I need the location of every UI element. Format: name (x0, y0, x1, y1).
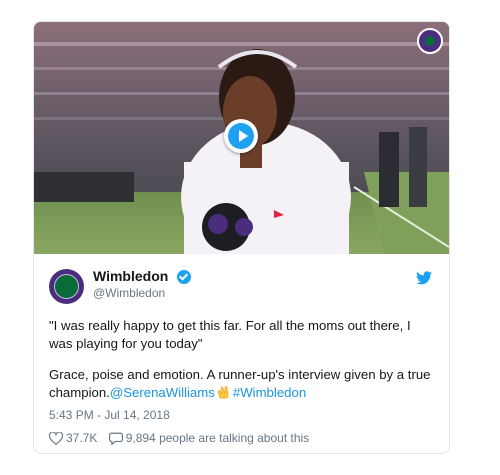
video-player[interactable] (34, 22, 449, 254)
conversation-link[interactable]: 9,894 people are talking about this (108, 430, 310, 446)
mention-link[interactable]: @SerenaWilliams (110, 385, 215, 400)
hashtag-link[interactable]: #Wimbledon (233, 385, 306, 400)
heart-icon (49, 431, 63, 445)
talking-count: 9,894 people are talking about this (125, 431, 310, 445)
clapping-hands-emoji (217, 386, 229, 399)
engagement-bar: 37.7K 9,894 people are talking about thi… (49, 430, 317, 446)
account-name[interactable]: Wimbledon (93, 268, 168, 284)
comment-icon (108, 432, 123, 445)
avatar[interactable] (49, 269, 84, 304)
wimbledon-logo-icon (54, 274, 79, 299)
verified-badge-icon (177, 270, 191, 284)
wimbledon-logo-icon (417, 28, 443, 54)
tweet-timestamp[interactable]: 5:43 PM - Jul 14, 2018 (49, 408, 170, 422)
like-button[interactable]: 37.7K (49, 430, 97, 446)
play-button[interactable] (224, 119, 258, 153)
tweet-header: Wimbledon @Wimbledon (49, 267, 434, 307)
tweet-card[interactable]: Wimbledon @Wimbledon "I was really happy… (33, 21, 450, 454)
twitter-bird-icon[interactable] (416, 271, 432, 285)
like-count: 37.7K (66, 431, 98, 445)
tweet-body: Grace, poise and emotion. A runner-up's … (49, 366, 437, 402)
tweet-quote: "I was really happy to get this far. For… (49, 318, 411, 351)
account-handle[interactable]: @Wimbledon (93, 286, 165, 300)
